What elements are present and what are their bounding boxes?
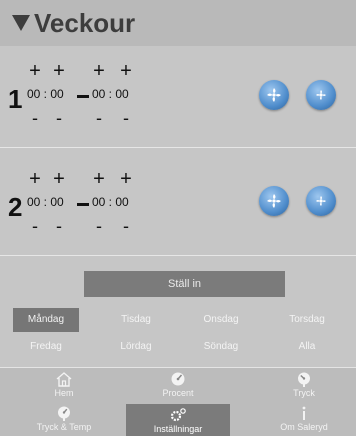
gauge-icon xyxy=(171,372,185,386)
start-hour-minus-button[interactable]: - xyxy=(29,108,41,128)
pressure-gauge-icon xyxy=(298,372,310,387)
fan-speed-high-icon[interactable] xyxy=(259,80,289,110)
nav-about[interactable]: Om Saleryd xyxy=(259,402,349,434)
end-hour-minus-button[interactable]: - xyxy=(93,108,105,128)
start-minute-plus-button[interactable]: + xyxy=(53,169,65,189)
day-saturday[interactable]: Lördag xyxy=(103,335,169,359)
end-hour-plus-button[interactable]: + xyxy=(93,169,105,189)
schedule-row-1: + + + + 1 00 : 00 00 : 00 - - - - xyxy=(0,50,356,148)
schedule-number: 2 xyxy=(8,192,23,222)
end-minute-plus-button[interactable]: + xyxy=(120,169,132,189)
schedule-row-2: + + + + 2 00 : 00 00 : 00 - - - - xyxy=(0,158,356,256)
start-minute-plus-button[interactable]: + xyxy=(53,61,65,81)
nav-settings[interactable]: Inställningar xyxy=(126,404,230,436)
bottom-navigation: Hem Procent Tryck Tryck & Temp Inställni… xyxy=(0,367,356,436)
nav-about-label: Om Saleryd xyxy=(280,422,328,432)
time-range-dash xyxy=(77,203,89,206)
end-time: 00 : 00 xyxy=(92,195,129,209)
end-minute-plus-button[interactable]: + xyxy=(120,61,132,81)
nav-pressure-label: Tryck xyxy=(293,388,315,398)
nav-home-label: Hem xyxy=(54,388,74,398)
nav-pressure[interactable]: Tryck xyxy=(259,368,349,400)
day-sunday[interactable]: Söndag xyxy=(188,335,254,359)
nav-settings-label: Inställningar xyxy=(153,424,203,434)
end-minute-minus-button[interactable]: - xyxy=(120,108,132,128)
start-hour-plus-button[interactable]: + xyxy=(29,61,41,81)
end-hour-plus-button[interactable]: + xyxy=(93,61,105,81)
collapse-triangle-icon[interactable] xyxy=(12,15,30,31)
day-monday[interactable]: Måndag xyxy=(13,308,79,332)
start-hour-minus-button[interactable]: - xyxy=(29,216,41,236)
fan-speed-low-icon[interactable] xyxy=(306,186,336,216)
time-range-dash xyxy=(77,95,89,98)
set-button[interactable]: Ställ in xyxy=(84,271,285,297)
nav-pressure-temp[interactable]: Tryck & Temp xyxy=(19,402,109,434)
page-title: Veckour xyxy=(34,8,136,38)
fan-speed-low-icon[interactable] xyxy=(306,80,336,110)
schedule-number: 1 xyxy=(8,84,23,114)
day-wednesday[interactable]: Onsdag xyxy=(188,308,254,332)
day-friday[interactable]: Fredag xyxy=(13,335,79,359)
end-minute-minus-button[interactable]: - xyxy=(120,216,132,236)
start-time: 00 : 00 xyxy=(27,87,64,101)
home-icon xyxy=(56,372,72,387)
nav-percent-label: Procent xyxy=(162,388,194,398)
start-minute-minus-button[interactable]: - xyxy=(53,108,65,128)
nav-home[interactable]: Hem xyxy=(19,368,109,400)
fan-speed-high-icon[interactable] xyxy=(259,186,289,216)
start-hour-plus-button[interactable]: + xyxy=(29,169,41,189)
start-minute-minus-button[interactable]: - xyxy=(53,216,65,236)
row-divider xyxy=(0,255,356,256)
end-hour-minus-button[interactable]: - xyxy=(93,216,105,236)
start-time: 00 : 00 xyxy=(27,195,64,209)
pressure-temp-icon xyxy=(58,406,70,421)
gears-icon xyxy=(170,408,186,422)
info-icon xyxy=(302,406,306,420)
nav-pressure-temp-label: Tryck & Temp xyxy=(36,422,92,432)
row-divider xyxy=(0,147,356,148)
day-all[interactable]: Alla xyxy=(274,335,340,359)
day-thursday[interactable]: Torsdag xyxy=(274,308,340,332)
day-tuesday[interactable]: Tisdag xyxy=(103,308,169,332)
header[interactable]: Veckour xyxy=(0,0,356,46)
end-time: 00 : 00 xyxy=(92,87,129,101)
nav-percent[interactable]: Procent xyxy=(133,368,223,400)
